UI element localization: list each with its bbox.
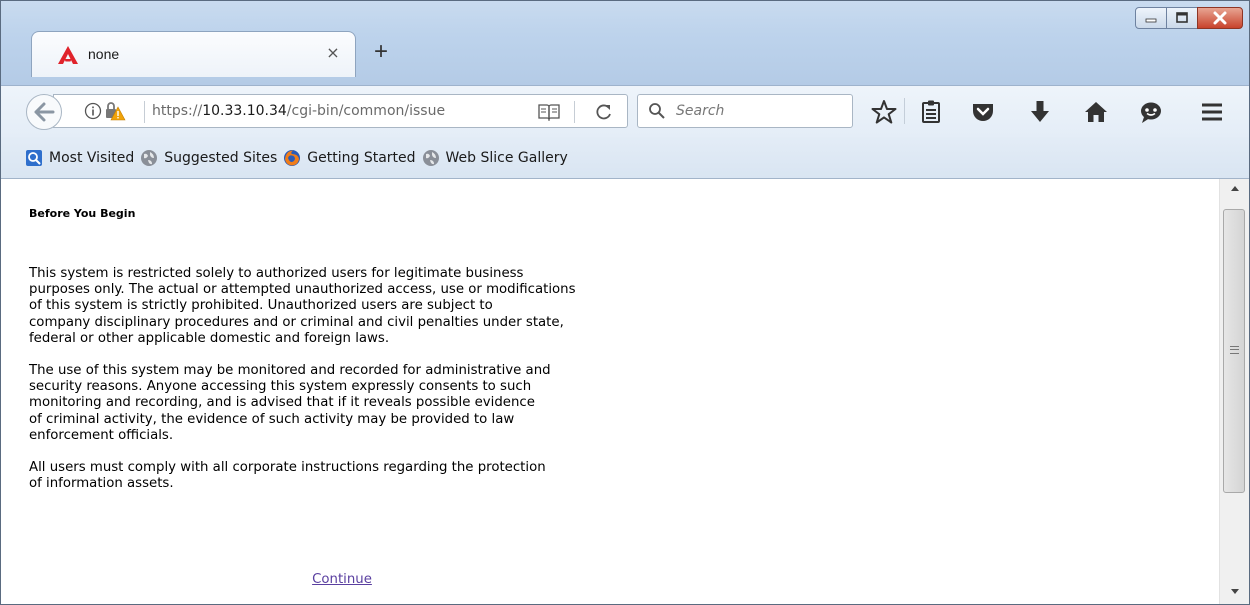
notice-paragraph-3: All users must comply with all corporate… <box>29 460 546 492</box>
bookmark-label: Suggested Sites <box>164 149 278 166</box>
minimize-button[interactable] <box>1135 7 1167 29</box>
maximize-button[interactable] <box>1166 7 1198 29</box>
bookmark-suggested-sites[interactable]: Suggested Sites <box>140 149 277 167</box>
bookmark-label: Most Visited <box>49 149 135 166</box>
page-content: Before You Begin This system is restrict… <box>1 179 1219 604</box>
chat-icon[interactable] <box>1138 99 1164 125</box>
bookmark-label: Web Slice Gallery <box>445 149 568 166</box>
bookmarks-toolbar: Most Visited Suggested Sites Getting Sta… <box>1 137 1249 179</box>
star-icon[interactable] <box>871 99 897 125</box>
reader-view-icon[interactable] <box>538 103 560 121</box>
pocket-icon[interactable] <box>970 99 996 125</box>
reading-list-icon[interactable] <box>918 99 944 125</box>
continue-link[interactable]: Continue <box>312 572 372 587</box>
home-icon[interactable] <box>1083 99 1109 125</box>
minimize-icon <box>1145 18 1157 23</box>
download-icon[interactable] <box>1027 99 1053 125</box>
insecure-lock-icon[interactable] <box>104 101 126 121</box>
url-bar[interactable]: https://10.33.10.34/cgi-bin/common/issue <box>53 94 628 128</box>
tab-title: none <box>88 46 120 62</box>
firefox-icon <box>284 149 301 166</box>
search-bar[interactable]: Search <box>637 94 853 128</box>
search-icon <box>649 103 665 119</box>
menu-icon[interactable] <box>1199 99 1225 125</box>
bookmark-most-visited[interactable]: Most Visited <box>25 149 134 167</box>
scrollbar-grip <box>1230 346 1239 354</box>
url-text[interactable]: https://10.33.10.34/cgi-bin/common/issue <box>152 103 445 119</box>
bookmark-label: Getting Started <box>307 149 416 166</box>
scrollbar-thumb[interactable] <box>1223 209 1245 493</box>
url-path: /cgi-bin/common/issue <box>286 103 446 119</box>
info-icon[interactable] <box>84 102 102 120</box>
toolbar-separator <box>904 98 905 124</box>
tab-close-button[interactable]: × <box>323 43 343 63</box>
page-heading: Before You Begin <box>29 207 136 220</box>
arrow-up-icon <box>1231 186 1239 191</box>
reload-icon[interactable] <box>594 102 614 122</box>
notice-paragraph-2: The use of this system may be monitored … <box>29 363 551 443</box>
maximize-icon <box>1176 12 1188 23</box>
url-host: 10.33.10.34 <box>202 103 287 119</box>
close-icon <box>1213 11 1227 25</box>
globe-icon <box>422 149 439 166</box>
window-controls <box>1135 7 1243 29</box>
globe-icon <box>141 149 158 166</box>
browser-window: none × + https://10.33.10.34/cgi-bin/com… <box>0 0 1250 605</box>
most-visited-icon <box>26 149 42 166</box>
notice-paragraph-1: This system is restricted solely to auth… <box>29 266 576 346</box>
navigation-toolbar: https://10.33.10.34/cgi-bin/common/issue <box>1 85 1249 137</box>
close-window-button[interactable] <box>1197 7 1243 29</box>
arrow-down-icon <box>1231 589 1239 594</box>
back-arrow-icon <box>34 102 55 122</box>
new-tab-button[interactable]: + <box>369 40 393 65</box>
back-button[interactable] <box>26 94 62 130</box>
scroll-down-button[interactable] <box>1220 583 1249 604</box>
url-separator <box>144 101 145 123</box>
search-placeholder: Search <box>676 103 725 119</box>
red-a-logo-icon <box>58 46 78 64</box>
bookmark-getting-started[interactable]: Getting Started <box>283 149 416 167</box>
url-scheme: https:// <box>152 103 203 119</box>
continue-container: Continue <box>1 568 683 587</box>
scroll-up-button[interactable] <box>1220 179 1249 201</box>
url-separator-2 <box>574 101 575 123</box>
tab-active[interactable]: none × <box>31 31 356 77</box>
bookmark-web-slice-gallery[interactable]: Web Slice Gallery <box>422 149 568 167</box>
vertical-scrollbar[interactable] <box>1219 179 1249 604</box>
title-bar: none × + <box>1 1 1249 85</box>
